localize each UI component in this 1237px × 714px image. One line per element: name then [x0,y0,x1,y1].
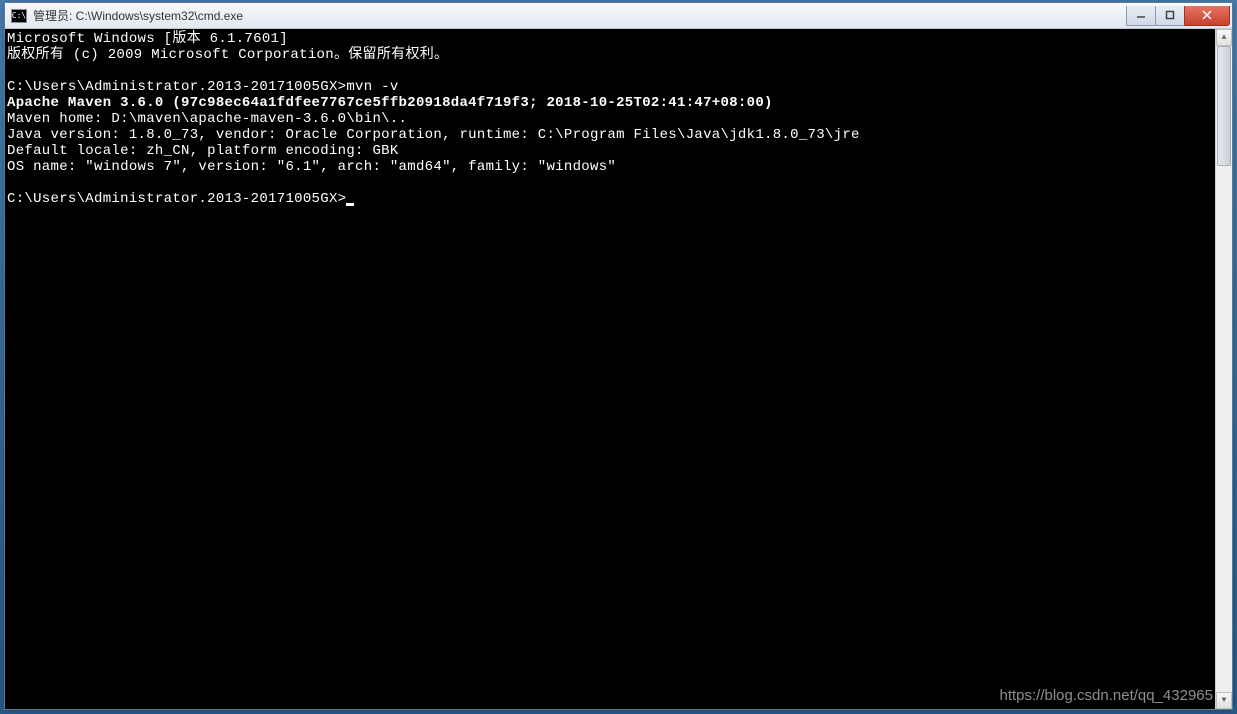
prompt-command-mvn: C:\Users\Administrator.2013-20171005GX>m… [7,79,399,95]
line-os-name: OS name: "windows 7", version: "6.1", ar… [7,159,616,175]
minimize-button[interactable] [1126,6,1156,26]
line-windows-version: Microsoft Windows [版本 6.1.7601] [7,31,288,47]
close-icon [1202,10,1212,20]
cmd-icon: C:\ [11,9,27,23]
maximize-button[interactable] [1155,6,1185,26]
console-output[interactable]: Microsoft Windows [版本 6.1.7601] 版权所有 (c)… [5,29,1215,709]
close-button[interactable] [1184,6,1230,26]
scroll-thumb[interactable] [1217,46,1231,166]
window-title: 管理员: C:\Windows\system32\cmd.exe [33,7,1127,24]
maximize-icon [1165,10,1175,20]
line-copyright: 版权所有 (c) 2009 Microsoft Corporation。保留所有… [7,47,448,63]
vertical-scrollbar[interactable]: ▲ ▼ [1215,29,1232,709]
console-area: Microsoft Windows [版本 6.1.7601] 版权所有 (c)… [5,29,1232,709]
line-java-version: Java version: 1.8.0_73, vendor: Oracle C… [7,127,860,143]
prompt-current: C:\Users\Administrator.2013-20171005GX> [7,191,346,207]
scroll-up-button[interactable]: ▲ [1216,29,1232,46]
window-controls [1127,6,1230,26]
cmd-window: C:\ 管理员: C:\Windows\system32\cmd.exe Mic… [4,2,1233,710]
minimize-icon [1136,10,1146,20]
line-maven-version: Apache Maven 3.6.0 (97c98ec64a1fdfee7767… [7,95,773,111]
line-maven-home: Maven home: D:\maven\apache-maven-3.6.0\… [7,111,407,127]
cursor [346,203,354,206]
titlebar[interactable]: C:\ 管理员: C:\Windows\system32\cmd.exe [5,3,1232,29]
scroll-track[interactable] [1216,46,1232,692]
scroll-down-button[interactable]: ▼ [1216,692,1232,709]
line-default-locale: Default locale: zh_CN, platform encoding… [7,143,399,159]
